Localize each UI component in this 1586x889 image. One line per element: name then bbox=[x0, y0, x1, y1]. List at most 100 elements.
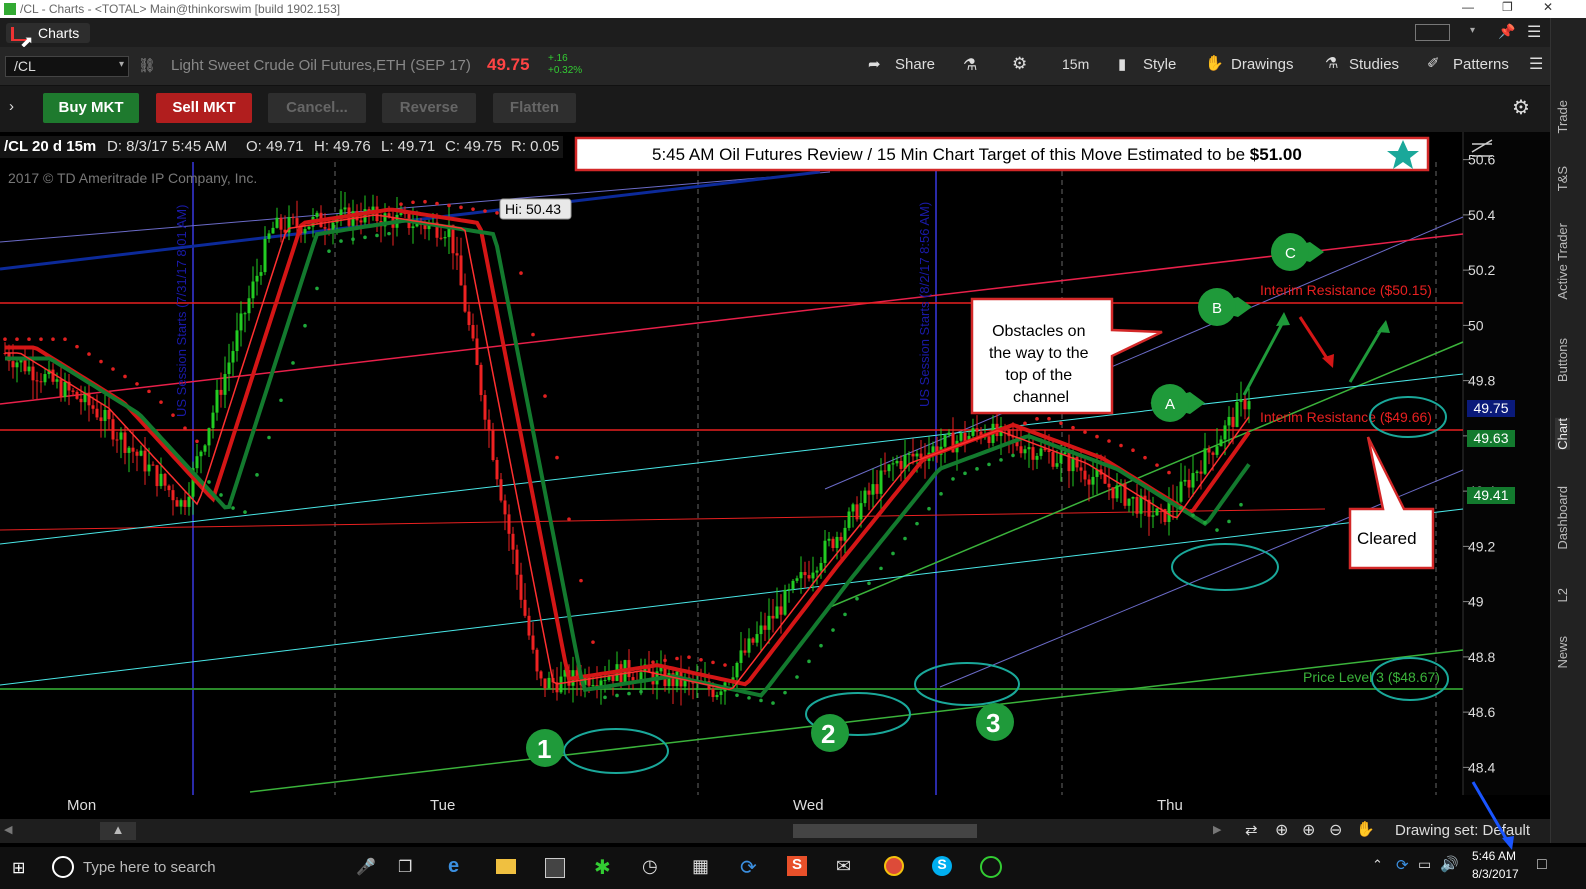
candle-body bbox=[1067, 452, 1071, 472]
stop-dot bbox=[531, 332, 535, 337]
minimize-icon[interactable]: — bbox=[1462, 0, 1474, 14]
bar-close: C: 49.75 bbox=[445, 138, 502, 155]
candle-body bbox=[119, 432, 123, 440]
edge-icon[interactable]: e bbox=[448, 855, 459, 878]
menu-icon[interactable]: ☰ bbox=[1529, 54, 1543, 74]
tray-chevron-icon[interactable]: ⌃ bbox=[1372, 857, 1383, 873]
studies-button[interactable]: Studies bbox=[1349, 56, 1399, 73]
restore-icon[interactable]: ❐ bbox=[1502, 0, 1513, 14]
stop-dot bbox=[387, 231, 391, 236]
chrome-icon[interactable] bbox=[884, 856, 904, 876]
candle-body bbox=[27, 366, 31, 372]
tab-buttons[interactable]: Buttons bbox=[1555, 338, 1570, 382]
zoom-in-icon[interactable]: ⊕ bbox=[1302, 820, 1315, 840]
microphone-icon[interactable]: 🎤 bbox=[356, 857, 376, 877]
tab-dashboard[interactable]: Dashboard bbox=[1555, 486, 1570, 550]
tab-charts[interactable]: Charts bbox=[6, 23, 90, 43]
patterns-button[interactable]: Patterns bbox=[1453, 56, 1509, 73]
symbol-selector[interactable]: /CL ▾ bbox=[5, 56, 129, 77]
store-icon[interactable] bbox=[545, 858, 565, 878]
stop-dot bbox=[459, 205, 463, 210]
flatten-button[interactable]: Flatten bbox=[493, 93, 576, 123]
scroll-right-icon[interactable]: ▶ bbox=[1213, 823, 1221, 836]
cancel-button[interactable]: Cancel... bbox=[268, 93, 366, 123]
stop-dot bbox=[555, 455, 559, 460]
clock-app-icon[interactable]: ◷ bbox=[642, 856, 658, 877]
symbol-value: /CL bbox=[14, 58, 36, 74]
skype-icon[interactable]: S bbox=[932, 856, 952, 876]
stop-dot bbox=[1215, 528, 1219, 532]
chevron-right-icon[interactable]: › bbox=[9, 98, 14, 115]
copyright-text: 2017 © TD Ameritrade IP Company, Inc. bbox=[8, 170, 257, 186]
style-button[interactable]: Style bbox=[1143, 56, 1176, 73]
clock-date[interactable]: 8/3/2017 bbox=[1472, 867, 1519, 881]
sell-market-button[interactable]: Sell MKT bbox=[156, 93, 252, 123]
stop-dot bbox=[1011, 453, 1015, 458]
gear-icon[interactable]: ⚙ bbox=[1012, 54, 1027, 74]
flask-icon[interactable]: ⚗ bbox=[963, 55, 977, 75]
scroll-left-icon[interactable]: ◀ bbox=[4, 823, 12, 836]
notification-icon[interactable]: □ bbox=[1537, 856, 1547, 874]
pan-hand-icon[interactable]: ✋ bbox=[1356, 820, 1375, 838]
tab-time-and-sales[interactable]: T&S bbox=[1555, 166, 1570, 191]
calculator-icon[interactable]: ▦ bbox=[692, 856, 709, 877]
file-explorer-icon[interactable] bbox=[496, 859, 516, 874]
tray-refresh-icon[interactable]: ⟳ bbox=[1396, 856, 1409, 874]
mail-icon[interactable]: ✉ bbox=[836, 856, 851, 877]
candle-body bbox=[763, 625, 767, 630]
tray-display-icon[interactable]: ▭ bbox=[1418, 856, 1431, 873]
candle-body bbox=[35, 380, 39, 382]
candle-body bbox=[827, 538, 831, 541]
search-icon[interactable] bbox=[52, 856, 74, 878]
taskbar-search[interactable]: Type here to search bbox=[83, 859, 216, 876]
candle-body bbox=[495, 459, 499, 480]
candle-body bbox=[519, 574, 523, 600]
tab-active-trader[interactable]: Active Trader bbox=[1555, 223, 1570, 300]
tab-level-2[interactable]: L2 bbox=[1555, 588, 1570, 602]
gear-icon[interactable]: ⚙ bbox=[1512, 95, 1530, 120]
candle-body bbox=[1075, 456, 1079, 468]
crosshair-icon[interactable]: ⊕ bbox=[1275, 820, 1288, 840]
marker-2: 2 bbox=[821, 719, 835, 749]
layout-box[interactable] bbox=[1415, 24, 1450, 41]
price-chart[interactable]: 50.650.450.25049.849.649.449.24948.848.6… bbox=[0, 132, 1550, 795]
timeframe-button[interactable]: 15m bbox=[1062, 56, 1089, 72]
thinkorswim-icon[interactable]: ✱ bbox=[594, 855, 611, 880]
pin-icon[interactable]: 📌 bbox=[1498, 23, 1515, 40]
candle-body bbox=[831, 538, 835, 548]
volume-icon[interactable]: 🔊 bbox=[1440, 855, 1459, 873]
drawings-button[interactable]: Drawings bbox=[1231, 56, 1294, 73]
candle-body bbox=[1183, 479, 1187, 482]
zoom-out-icon[interactable]: ⇄ bbox=[1245, 821, 1258, 839]
close-icon[interactable]: ✕ bbox=[1543, 0, 1553, 14]
windows-start-icon[interactable]: ⊞ bbox=[12, 858, 25, 878]
app-circle-icon[interactable] bbox=[980, 856, 1002, 878]
candle-body bbox=[59, 379, 63, 398]
reverse-button[interactable]: Reverse bbox=[382, 93, 476, 123]
link-icon[interactable]: ⛓ bbox=[138, 57, 156, 74]
tab-news[interactable]: News bbox=[1555, 636, 1570, 669]
stop-dot bbox=[627, 691, 631, 696]
tab-chart[interactable]: Chart bbox=[1555, 418, 1570, 450]
tab-trade[interactable]: Trade bbox=[1555, 100, 1570, 133]
candle-body bbox=[11, 361, 15, 368]
task-view-icon[interactable]: ❐ bbox=[398, 857, 412, 877]
bar-low: L: 49.71 bbox=[381, 138, 436, 155]
candle-body bbox=[43, 374, 47, 383]
zoom-out-magnifier-icon[interactable]: ⊖ bbox=[1329, 820, 1342, 840]
scroll-thumb[interactable] bbox=[793, 824, 977, 838]
collapse-button[interactable]: ▲ bbox=[100, 822, 136, 840]
buy-market-button[interactable]: Buy MKT bbox=[43, 93, 139, 123]
share-icon[interactable]: ➦ bbox=[868, 55, 881, 73]
snagit-icon[interactable]: S bbox=[787, 856, 807, 876]
candle-body bbox=[823, 540, 827, 563]
candle-body bbox=[1035, 455, 1039, 460]
candle-body bbox=[91, 405, 95, 409]
menu-icon[interactable]: ☰ bbox=[1527, 22, 1541, 42]
stop-dot bbox=[651, 660, 655, 665]
stop-dot bbox=[231, 506, 235, 510]
chevron-down-icon[interactable]: ▾ bbox=[1470, 25, 1475, 36]
refresh-app-icon[interactable]: ⟳ bbox=[740, 855, 757, 880]
share-button[interactable]: Share bbox=[895, 56, 935, 73]
bar-date: D: 8/3/17 5:45 AM bbox=[107, 138, 228, 155]
